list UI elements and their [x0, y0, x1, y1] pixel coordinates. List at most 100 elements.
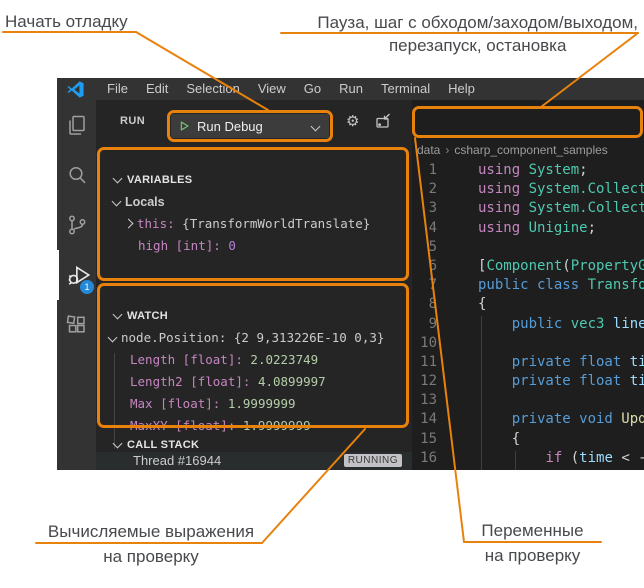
breadcrumb[interactable]: data › csharp_component_samples [417, 143, 608, 157]
breadcrumb-item[interactable]: csharp_component_samples [454, 143, 607, 157]
annotation-pause-steps: Пауза, шаг с обходом/заходом/выходом, пе… [317, 13, 638, 55]
activity-bar: 1 [57, 100, 96, 470]
screenshot-root: Начать отладку Пауза, шаг с обходом/захо… [0, 0, 644, 588]
menu-run[interactable]: Run [330, 78, 372, 100]
annotation-variables-line1: Переменные [481, 521, 584, 540]
line-number: 16 [420, 449, 437, 466]
code-line[interactable]: 15 { [412, 430, 644, 449]
chevron-down-icon [112, 438, 123, 449]
thread-label: Thread #16944 [133, 453, 222, 468]
code-text: public vec3 line [511, 315, 644, 332]
menu-bar: File Edit Selection View Go Run Terminal Help [57, 78, 644, 100]
line-number: 12 [420, 373, 437, 390]
menu-bar-items: File Edit Selection View Go Run Terminal Help [98, 78, 484, 100]
menu-view[interactable]: View [249, 78, 295, 100]
debug-sidebar: RUN Run Debug ⚙ VARIABLES Locals this: {T… [96, 100, 412, 470]
vscode-logo [67, 80, 84, 98]
variables-section-header[interactable]: VARIABLES [97, 169, 411, 191]
variable-name: this: [137, 216, 175, 231]
code-text: if (time < - [545, 449, 644, 466]
debug-config-dropdown[interactable]: Run Debug [171, 114, 329, 138]
code-line[interactable]: 13 [412, 391, 644, 410]
search-icon[interactable] [57, 150, 96, 200]
line-number: 9 [428, 315, 437, 332]
watch-section: WATCH node.Position: {2 9,313226E-10 0,3… [97, 305, 411, 449]
code-text: private float ti [511, 353, 644, 370]
menu-help[interactable]: Help [439, 78, 484, 100]
line-number: 13 [420, 392, 437, 409]
menu-file[interactable]: File [98, 78, 137, 100]
line-number: 2 [428, 181, 437, 198]
tree-variable-row[interactable]: Length [float]: 2.0223749 [97, 349, 411, 371]
breadcrumb-item[interactable]: data [417, 143, 440, 157]
code-line[interactable]: 6 [Component(PropertyG [412, 257, 644, 276]
gear-icon[interactable]: ⚙ [346, 112, 359, 130]
code-line[interactable]: 2 using System.Collect [412, 180, 644, 199]
code-text: { [478, 430, 521, 447]
chevron-down-icon [112, 309, 123, 320]
menu-go[interactable]: Go [295, 78, 330, 100]
code-text: using System.Collect [478, 181, 644, 198]
explorer-icon[interactable] [57, 100, 96, 150]
code-text: [Component(PropertyG [478, 257, 644, 274]
line-number: 7 [428, 277, 437, 294]
code-text: private float ti [511, 373, 644, 390]
extensions-icon[interactable] [57, 300, 96, 350]
menu-selection[interactable]: Selection [177, 78, 248, 100]
variable-name: Max [float]: [130, 396, 221, 411]
code-line[interactable]: 7 public class Transfo [412, 276, 644, 295]
code-line[interactable]: 12 private float ti [412, 372, 644, 391]
code-line[interactable]: 8{ [412, 295, 644, 314]
chevron-down-icon [111, 196, 122, 207]
debug-console-icon[interactable] [374, 112, 392, 130]
variable-value: 0 [220, 238, 236, 253]
variable-name: Length2 [float]: [130, 374, 251, 389]
variable-value: {TransformWorldTranslate} [174, 216, 371, 231]
run-and-debug-icon[interactable]: 1 [57, 250, 98, 300]
code-line[interactable]: 5 [412, 238, 644, 257]
run-panel-title: RUN [120, 115, 146, 127]
tree-group-row[interactable]: Locals [97, 191, 411, 213]
debug-count-badge: 1 [80, 280, 94, 294]
source-control-icon[interactable] [57, 200, 96, 250]
code-text: { [478, 296, 487, 313]
code-line[interactable]: 16 if (time < - [412, 449, 644, 468]
play-icon [180, 121, 189, 131]
line-number: 11 [420, 353, 437, 370]
line-number: 4 [428, 219, 437, 236]
tree-variable-row[interactable]: node.Position: {2 9,313226E-10 0,3} [97, 327, 411, 349]
tree-variable-row[interactable]: Max [float]: 1.9999999 [97, 393, 411, 415]
code-text: public class Transfo [478, 277, 644, 294]
watch-section-header[interactable]: WATCH [97, 305, 411, 327]
code-line[interactable]: 10 [412, 334, 644, 353]
code-line[interactable]: 3 using System.Collect [412, 199, 644, 218]
code-line[interactable]: 14 private void Upd [412, 410, 644, 429]
variables-section: VARIABLES Locals this: {TransformWorldTra… [97, 169, 411, 257]
annotation-variables: Переменные на проверку [464, 521, 601, 565]
code-editor[interactable]: data › csharp_component_samples 1 using Sys… [412, 100, 644, 470]
tree-variable-row[interactable]: Length2 [float]: 4.0899997 [97, 371, 411, 393]
chevron-right-icon [123, 218, 134, 229]
line-number: 15 [420, 430, 437, 447]
tree-variable-row[interactable]: high [int]: 0 [97, 235, 411, 257]
code-line[interactable]: 4 using Unigine; [412, 219, 644, 238]
annotation-pause-steps-line2: перезапуск, остановка [388, 36, 567, 55]
menu-edit[interactable]: Edit [137, 78, 177, 100]
line-number: 8 [428, 296, 437, 313]
code-line[interactable]: 9 public vec3 line [412, 315, 644, 334]
annotation-watch-line1: Вычисляемые выражения [47, 522, 255, 541]
code-line[interactable]: 11 private float ti [412, 353, 644, 372]
menu-terminal[interactable]: Terminal [372, 78, 439, 100]
call-stack-thread-row[interactable]: Thread #16944 RUNNING [96, 452, 412, 470]
vscode-window: File Edit Selection View Go Run Terminal Help 1… [57, 78, 644, 470]
variable-name: Length [float]: [130, 352, 243, 367]
chevron-down-icon [107, 332, 118, 343]
variable-value: 2.0223749 [242, 352, 319, 367]
line-number: 1 [428, 162, 437, 178]
code-line[interactable]: 1 using System; [412, 161, 644, 180]
code-text: private void Upd [511, 411, 644, 428]
annotation-variables-line2: на проверку [484, 546, 581, 565]
line-number: 3 [428, 200, 437, 217]
line-number: 10 [420, 334, 437, 351]
tree-variable-row[interactable]: this: {TransformWorldTranslate} [97, 213, 411, 235]
